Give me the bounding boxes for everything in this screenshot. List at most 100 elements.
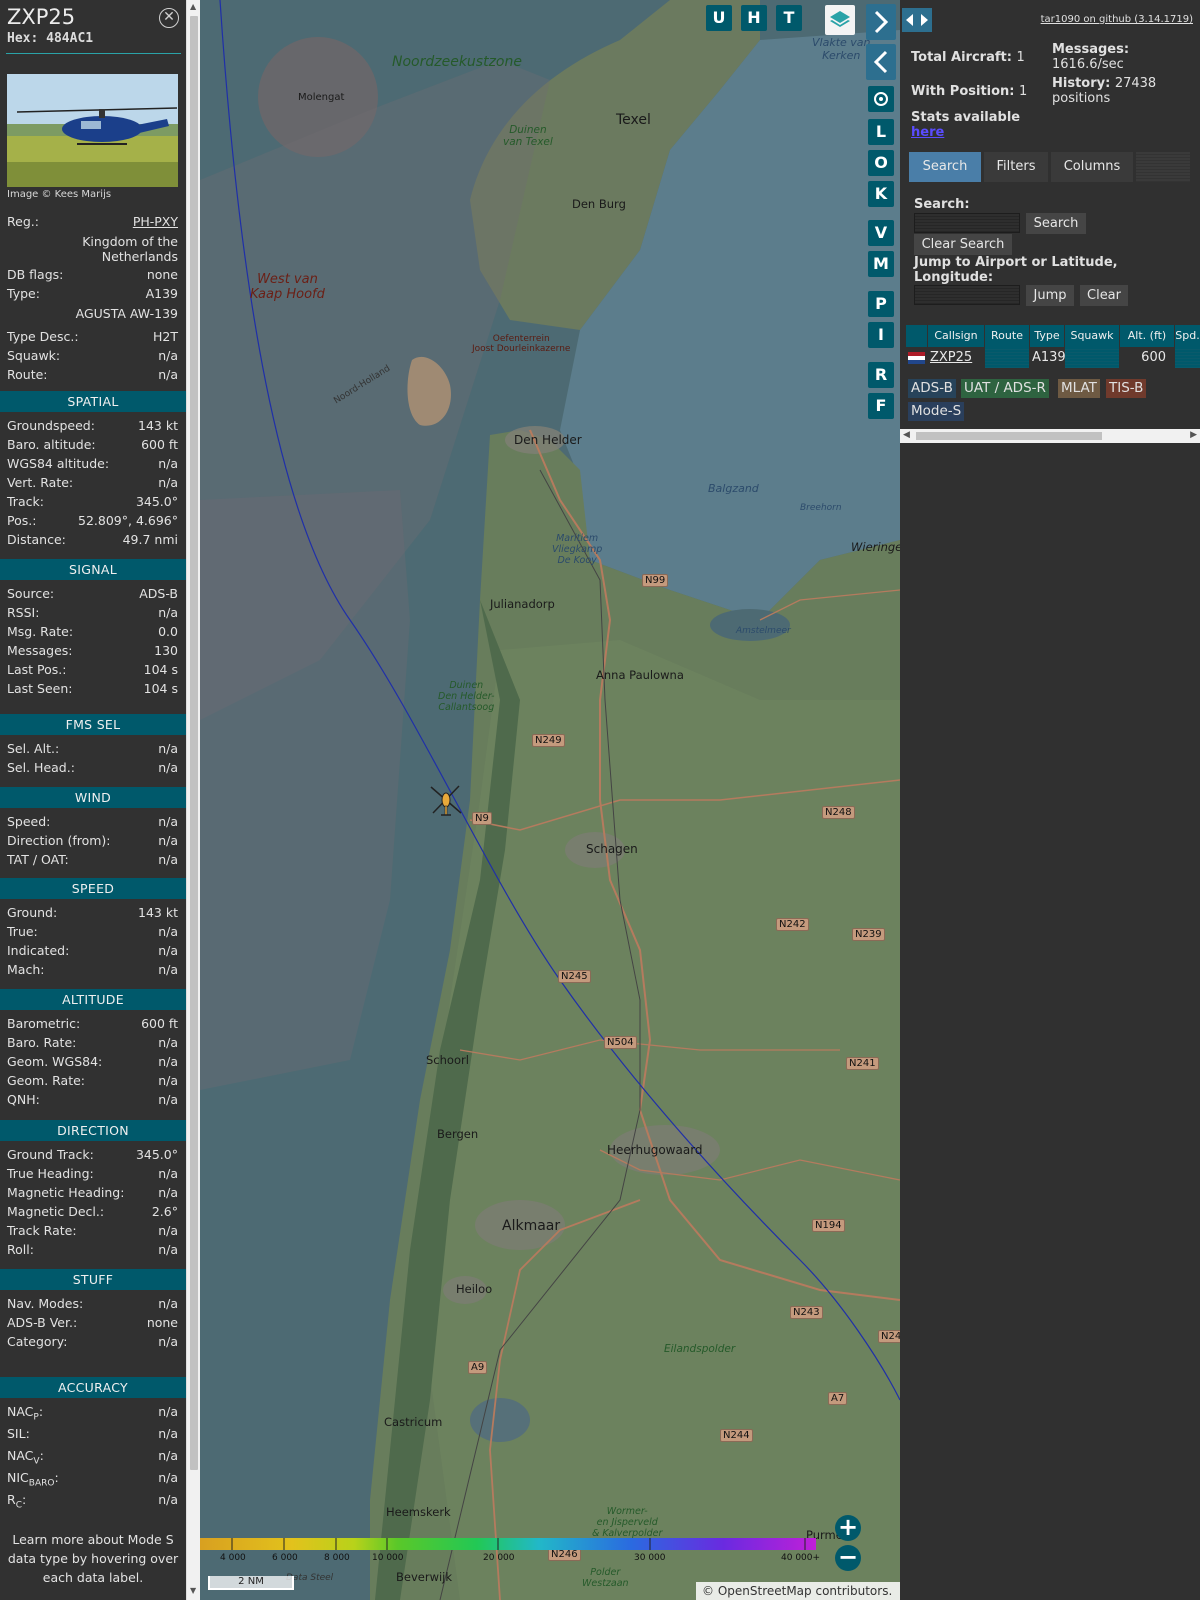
info-label[interactable]: SIL: [7, 1426, 30, 1441]
info-label[interactable]: RSSI: [7, 605, 39, 620]
info-label[interactable]: NACP: [7, 1404, 43, 1423]
tab-columns[interactable]: Columns [1051, 152, 1133, 182]
scroll-down-icon[interactable]: ▼ [190, 1586, 196, 1595]
info-label[interactable]: Magnetic Decl.: [7, 1204, 104, 1219]
info-label[interactable]: Source: [7, 586, 54, 601]
map-button-h[interactable]: H [741, 5, 767, 31]
map-button-u[interactable]: U [706, 5, 732, 31]
type-cell: A139 [1030, 347, 1066, 368]
info-label[interactable]: Ground: [7, 905, 57, 920]
column-header-callsign[interactable]: Callsign [928, 325, 984, 347]
info-label[interactable]: RC: [7, 1492, 26, 1511]
jump-button[interactable]: Jump [1026, 285, 1074, 306]
search-button[interactable]: Search [1026, 213, 1086, 234]
map-button-f[interactable]: F [868, 393, 894, 419]
helicopter-icon[interactable] [428, 782, 464, 818]
info-label[interactable]: Track: [7, 494, 44, 509]
tab-blank[interactable] [1136, 152, 1190, 182]
info-label[interactable]: Ground Track: [7, 1147, 94, 1162]
info-label[interactable]: True: [7, 924, 38, 939]
info-label[interactable]: Direction (from): [7, 833, 111, 848]
tab-filters[interactable]: Filters [984, 152, 1048, 182]
scrollbar-thumb[interactable] [190, 16, 198, 1470]
info-label[interactable]: Magnetic Heading: [7, 1185, 124, 1200]
column-header-type[interactable]: Type [1030, 325, 1064, 347]
tab-search[interactable]: Search [909, 152, 981, 182]
column-header-squawk[interactable]: Squawk [1065, 325, 1119, 347]
column-header-altitude[interactable]: Alt. (ft) [1120, 325, 1174, 347]
info-label[interactable]: Sel. Alt.: [7, 741, 59, 756]
info-label[interactable]: TAT / OAT: [7, 852, 69, 867]
map-button-p[interactable]: P [868, 291, 894, 317]
info-label[interactable]: Speed: [7, 814, 50, 829]
map-button-m[interactable]: M [868, 251, 894, 277]
map-view[interactable]: Noordzeekustzone Molengat Texel Duinen v… [200, 0, 900, 1600]
resize-arrows-icon[interactable] [902, 8, 932, 32]
aircraft-photo[interactable] [7, 74, 178, 187]
info-label[interactable]: Indicated: [7, 943, 69, 958]
info-label[interactable]: Distance: [7, 532, 66, 547]
info-label[interactable]: Geom. Rate: [7, 1073, 85, 1088]
info-label[interactable]: Baro. altitude: [7, 437, 96, 452]
info-label[interactable]: Baro. Rate: [7, 1035, 76, 1050]
stats-link[interactable]: here [911, 125, 944, 140]
map-attribution[interactable]: © OpenStreetMap contributors. [696, 1582, 900, 1600]
map-button-v[interactable]: V [868, 220, 894, 246]
column-header-speed[interactable]: Spd. [1175, 325, 1200, 347]
chevron-left-icon[interactable] [866, 44, 896, 80]
map-button-i[interactable]: I [868, 322, 894, 348]
info-row-signal: Messages: 130 [7, 643, 178, 660]
info-label[interactable]: ADS-B Ver.: [7, 1315, 77, 1330]
clear-button[interactable]: Clear [1080, 285, 1128, 306]
scroll-up-icon[interactable]: ▲ [190, 2, 196, 11]
road-shield: N504 [604, 1036, 637, 1049]
info-label[interactable]: Roll: [7, 1242, 34, 1257]
info-label[interactable]: Last Seen: [7, 681, 72, 696]
info-label[interactable]: Track Rate: [7, 1223, 77, 1238]
info-label[interactable]: Category: [7, 1334, 67, 1349]
search-input[interactable] [914, 213, 1020, 233]
scroll-right-icon[interactable]: ▶ [1190, 430, 1197, 440]
aircraft-callsign-cell[interactable]: ZXP25 [928, 347, 984, 368]
info-label[interactable]: Barometric: [7, 1016, 80, 1031]
column-header-flag[interactable] [906, 325, 927, 347]
squawk-cell [1065, 347, 1119, 368]
zoom-out-icon[interactable]: − [835, 1545, 861, 1571]
info-label[interactable]: QNH: [7, 1092, 40, 1107]
info-label[interactable]: Msg. Rate: [7, 624, 73, 639]
github-link[interactable]: tar1090 on github (3.14.1719) [1041, 14, 1193, 25]
info-label[interactable]: Sel. Head.: [7, 760, 75, 775]
column-header-route[interactable]: Route [985, 325, 1029, 347]
info-label[interactable]: NICBARO: [7, 1470, 59, 1489]
map-button-t[interactable]: T [776, 5, 802, 31]
registration-link[interactable]: PH-PXY [133, 214, 178, 229]
info-label[interactable]: Pos.: [7, 513, 36, 528]
jump-input[interactable] [914, 285, 1020, 305]
map-button-o[interactable]: O [868, 150, 894, 176]
info-label[interactable]: Groundspeed: [7, 418, 95, 433]
table-horizontal-scrollbar[interactable]: ◀ ▶ [900, 429, 1200, 443]
info-row-spatial: WGS84 altitude: n/a [7, 456, 178, 473]
map-button-r[interactable]: R [868, 362, 894, 388]
info-label[interactable]: Nav. Modes: [7, 1296, 83, 1311]
settings-gear-icon[interactable] [868, 86, 894, 112]
layers-icon[interactable] [825, 5, 855, 35]
scroll-left-icon[interactable]: ◀ [903, 430, 910, 440]
map-button-l[interactable]: L [868, 119, 894, 145]
info-row-spatial: Groundspeed: 143 kt [7, 418, 178, 435]
info-label[interactable]: Vert. Rate: [7, 475, 73, 490]
info-label[interactable]: Last Pos.: [7, 662, 66, 677]
info-label[interactable]: WGS84 altitude: [7, 456, 109, 471]
info-panel-scrollbar[interactable]: ▲ ▼ [186, 0, 200, 1600]
info-label[interactable]: Mach: [7, 962, 44, 977]
close-icon[interactable]: ✕ [159, 8, 179, 28]
info-label[interactable]: Geom. WGS84: [7, 1054, 102, 1069]
info-label[interactable]: True Heading: [7, 1166, 94, 1181]
info-label[interactable]: Messages: [7, 643, 73, 658]
scrollbar-thumb[interactable] [916, 432, 1102, 440]
chevron-right-icon[interactable] [866, 4, 896, 40]
clear-search-button[interactable]: Clear Search [914, 234, 1012, 255]
zoom-in-icon[interactable]: + [835, 1515, 861, 1541]
map-button-k[interactable]: K [868, 181, 894, 207]
info-label[interactable]: NACV: [7, 1448, 44, 1467]
